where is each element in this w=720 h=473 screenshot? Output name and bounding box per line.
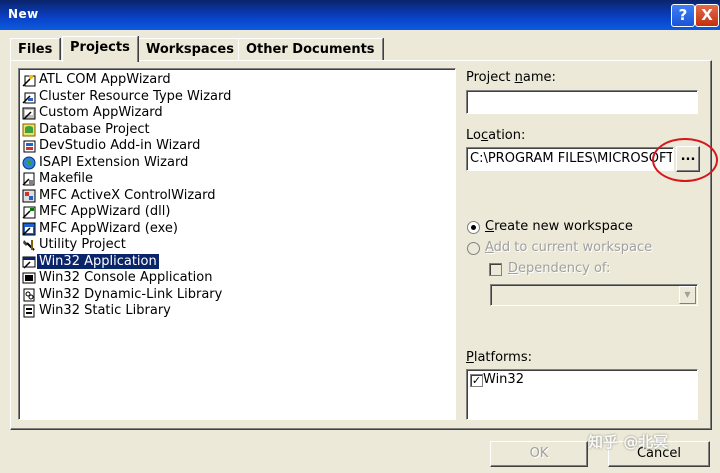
list-item[interactable]: MFC ActiveX ControlWizard (20, 188, 218, 204)
tab-files[interactable]: Files (10, 38, 61, 61)
list-item-label: Win32 Console Application (39, 270, 213, 285)
list-item-label: Makefile (39, 171, 94, 186)
platform-label: Win32 (483, 372, 524, 387)
cluster-wizard-icon (22, 92, 36, 104)
dependency-select[interactable]: ▼ (490, 284, 698, 306)
annotation-circle (652, 138, 718, 182)
list-item[interactable]: Win32 Static Library (20, 303, 174, 319)
list-item-label: DevStudio Add-in Wizard (39, 138, 201, 153)
list-item-label: ATL COM AppWizard (39, 72, 171, 87)
utility-icon (23, 240, 35, 251)
project-name-label: Project name: (466, 70, 556, 85)
tab-other-documents-label: Other Documents (246, 42, 375, 57)
database-icon (22, 123, 36, 136)
tab-workspaces[interactable]: Workspaces (138, 38, 242, 61)
mfc-exe-icon (22, 222, 36, 236)
list-item-label: Database Project (39, 121, 150, 137)
list-item[interactable]: Custom AppWizard (20, 105, 166, 121)
list-item[interactable]: Makefile (20, 171, 96, 187)
list-item-label: Cluster Resource Type Wizard (39, 88, 232, 104)
tab-other-documents[interactable]: Other Documents (238, 38, 383, 61)
chevron-down-icon[interactable]: ▼ (679, 286, 696, 304)
list-item[interactable]: Utility Project (20, 237, 129, 253)
list-item[interactable]: Win32 Console Application (20, 270, 215, 286)
list-item[interactable]: MFC AppWizard (dll) (20, 204, 173, 220)
list-item[interactable]: ISAPI Extension Wizard (20, 155, 191, 171)
list-item-label: ISAPI Extension Wizard (39, 154, 189, 170)
static-lib-icon (23, 304, 35, 318)
dependency-label[interactable]: Dependency of: (508, 261, 610, 276)
list-item[interactable]: ATL COM AppWizard (20, 72, 174, 88)
title-bar: New ? X (0, 0, 720, 30)
project-type-list[interactable]: ATL COM AppWizard Cluster Resource Type … (18, 68, 456, 420)
add-to-workspace-radio[interactable] (467, 242, 480, 255)
help-button[interactable]: ? (671, 4, 695, 27)
activex-icon (22, 189, 36, 202)
tab-files-label: Files (18, 42, 53, 57)
add-to-workspace-label[interactable]: Add to current workspace (485, 240, 652, 255)
location-value: C:\PROGRAM FILES\MICROSOFT (470, 151, 672, 166)
list-item-label: Win32 Application (37, 253, 159, 269)
makefile-icon (22, 172, 35, 186)
list-item[interactable]: Win32 Application (20, 253, 162, 270)
close-icon: X (701, 6, 713, 24)
project-name-field[interactable] (466, 90, 698, 114)
watermark: 知乎 @北冥 (588, 433, 669, 451)
help-icon: ? (678, 6, 688, 24)
dll-icon (23, 288, 35, 301)
list-item-label: Win32 Static Library (39, 303, 171, 318)
list-item-label: Win32 Dynamic-Link Library (39, 286, 223, 302)
ok-button-label: OK (529, 446, 549, 461)
globe-icon (22, 156, 36, 169)
create-workspace-radio[interactable] (467, 221, 480, 234)
tab-workspaces-label: Workspaces (146, 42, 234, 57)
window-title: New (8, 7, 39, 21)
close-button[interactable]: X (695, 4, 719, 27)
mfc-dll-icon (22, 206, 36, 219)
ok-button[interactable]: OK (490, 441, 588, 467)
list-item-label: MFC AppWizard (dll) (39, 204, 171, 219)
location-field[interactable]: C:\PROGRAM FILES\MICROSOFT (466, 147, 674, 171)
custom-wizard-icon (22, 107, 36, 120)
list-item[interactable]: Win32 Dynamic-Link Library (20, 287, 225, 303)
addin-wizard-icon (23, 140, 36, 153)
list-item-label: Custom AppWizard (39, 105, 163, 120)
list-item-label: Utility Project (39, 237, 126, 252)
location-label: Location: (466, 128, 526, 143)
create-workspace-label[interactable]: Create new workspace (485, 219, 633, 234)
platforms-list[interactable]: ✓ Win32 (466, 369, 698, 420)
atl-wizard-icon (22, 75, 36, 87)
list-item-label: MFC ActiveX ControlWizard (39, 187, 216, 203)
console-icon (22, 272, 36, 284)
win32-app-icon (22, 256, 36, 269)
platforms-label: Platforms: (466, 350, 532, 365)
list-item[interactable]: Database Project (20, 122, 153, 138)
dependency-checkbox[interactable] (489, 263, 502, 276)
list-item[interactable]: Cluster Resource Type Wizard (20, 89, 234, 105)
tab-projects-label: Projects (70, 40, 130, 55)
tab-projects[interactable]: Projects (62, 36, 138, 62)
list-item-label: MFC AppWizard (exe) (39, 220, 178, 236)
list-item[interactable]: DevStudio Add-in Wizard (20, 138, 203, 154)
platform-checkbox[interactable]: ✓ (470, 374, 483, 387)
list-item[interactable]: MFC AppWizard (exe) (20, 221, 181, 237)
